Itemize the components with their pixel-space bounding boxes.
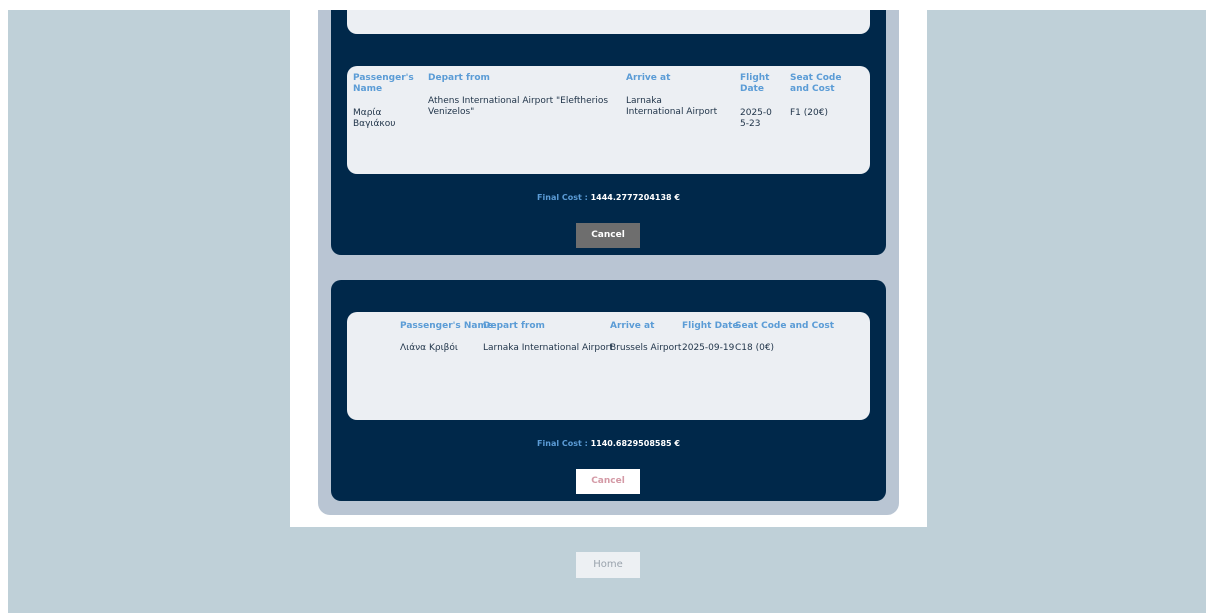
home-button[interactable]: Home — [576, 552, 640, 578]
header-seat-code: Seat Code and Cost — [735, 321, 835, 331]
cell-passenger-name: Λιάνα Κριβόι — [400, 343, 458, 353]
header-flight-date: Flight Date — [682, 321, 739, 331]
cell-passenger-name: Μαρία Βαγιάκου — [353, 108, 396, 129]
cancel-button[interactable]: Cancel — [576, 469, 640, 494]
cell-depart-from: Larnaka International Airport — [483, 343, 613, 353]
header-depart-from: Depart from — [428, 73, 490, 83]
booking-card: Passenger's Name Depart from Arrive at F… — [331, 280, 886, 501]
ticket-box-previous — [347, 10, 870, 34]
final-cost-label: Final Cost : — [537, 193, 588, 202]
bookings-container: Passenger's Name Depart from Arrive at F… — [318, 10, 899, 515]
ticket-box: Passenger's Name Depart from Arrive at F… — [347, 66, 870, 174]
cell-depart-from: Athens International Airport "Eleftherio… — [428, 96, 609, 117]
header-arrive-at: Arrive at — [626, 73, 671, 83]
header-depart-from: Depart from — [483, 321, 545, 331]
cell-arrive-at: Brussels Airport — [610, 343, 682, 353]
header-seat-code: Seat Code and Cost — [790, 73, 842, 94]
booking-card-previous: Passenger's Name Depart from Arrive at F… — [331, 10, 886, 255]
final-cost-value: 1444.2777204138 € — [590, 193, 680, 202]
cell-seat-code: C18 (0€) — [735, 343, 775, 353]
cancel-button[interactable]: Cancel — [576, 223, 640, 248]
header-arrive-at: Arrive at — [610, 321, 655, 331]
ticket-box: Passenger's Name Depart from Arrive at F… — [347, 312, 870, 420]
header-passenger-name: Passenger's Name — [353, 73, 414, 94]
cell-seat-code: F1 (20€) — [790, 108, 828, 118]
cell-flight-date: 2025-05-23 — [740, 108, 772, 129]
final-cost-label: Final Cost : — [537, 439, 588, 448]
cell-flight-date: 2025-09-19 — [682, 343, 735, 353]
final-cost: Final Cost : 1444.2777204138 € — [331, 193, 886, 202]
header-flight-date: Flight Date — [740, 73, 770, 94]
cell-arrive-at: Larnaka International Airport — [626, 96, 718, 117]
final-cost: Final Cost : 1140.6829508585 € — [331, 439, 886, 448]
final-cost-value: 1140.6829508585 € — [590, 439, 680, 448]
header-passenger-name: Passenger's Name — [400, 321, 493, 331]
